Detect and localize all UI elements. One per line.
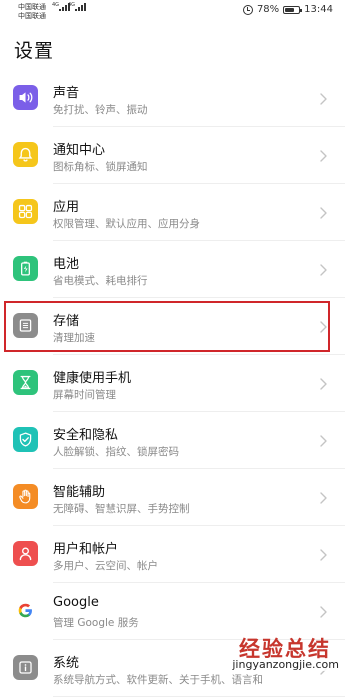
setting-title: 应用 <box>53 200 80 215</box>
setting-subtitle: 免打扰、铃声、振动 <box>53 104 148 116</box>
setting-subtitle: 人脸解锁、指纹、锁屏密码 <box>53 446 179 458</box>
chevron-right-icon <box>320 150 327 162</box>
battery-percent: 78% <box>256 4 280 15</box>
hourglass-icon <box>13 370 38 395</box>
setting-item-user[interactable]: 用户和帐户多用户、云空间、帐户 <box>0 526 345 583</box>
setting-subtitle: 屏幕时间管理 <box>53 389 116 401</box>
google-icon <box>13 598 38 623</box>
battery-icon <box>13 256 38 281</box>
chevron-right-icon <box>320 264 327 276</box>
setting-item-hourglass[interactable]: 健康使用手机 屏幕时间管理 <box>0 355 345 412</box>
system-info-icon <box>13 655 38 680</box>
signal-strength-2-icon <box>75 3 86 11</box>
watermark: 经验总结 jingyanzongjie.com <box>219 633 339 671</box>
setting-subtitle: 管理 Google 服务 <box>53 617 139 629</box>
setting-title: 声音 <box>53 86 80 101</box>
setting-item-shield-check[interactable]: 安全和隐私人脸解锁、指纹、锁屏密码 <box>0 412 345 469</box>
setting-title: 安全和隐私 <box>53 428 119 443</box>
setting-subtitle: 无障碍、智慧识屏、手势控制 <box>53 503 190 515</box>
setting-item-google[interactable]: Google 管理 Google 服务 <box>0 583 345 640</box>
status-right: 78% 13:44 <box>242 4 333 15</box>
carrier-2-label: 中国联通 <box>18 12 46 20</box>
setting-item-bell[interactable]: 通知中心图标角标、锁屏通知 <box>0 127 345 184</box>
chevron-right-icon <box>320 549 327 561</box>
status-bar: 中国联通 4G 中国联通 4G 78% 13:44 <box>0 0 345 24</box>
setting-item-apps-grid[interactable]: 应用权限管理、默认应用、应用分身 <box>0 184 345 241</box>
hand-icon <box>13 484 38 509</box>
clock: 13:44 <box>304 4 333 15</box>
setting-subtitle: 权限管理、默认应用、应用分身 <box>53 218 200 230</box>
setting-subtitle: 系统导航方式、软件更新、关于手机、语言和 <box>53 674 263 686</box>
user-icon <box>13 541 38 566</box>
carrier-1-network: 4G <box>52 2 60 8</box>
chevron-right-icon <box>320 378 327 390</box>
alarm-clock-icon <box>242 4 253 15</box>
chevron-right-icon <box>320 435 327 447</box>
setting-title: 健康使用手机 <box>53 371 132 386</box>
page-title: 设置 <box>14 40 55 62</box>
setting-subtitle: 多用户、云空间、帐户 <box>53 560 158 572</box>
setting-title: 电池 <box>53 257 80 272</box>
speaker-icon <box>13 85 38 110</box>
battery-status-icon <box>283 5 303 14</box>
setting-title: 通知中心 <box>53 143 106 158</box>
chevron-right-icon <box>320 93 327 105</box>
setting-title: 智能辅助 <box>53 485 106 500</box>
settings-list: 声音免打扰、铃声、振动 通知中心图标角标、锁屏通知 应用权限管理、默认应用、应用分身… <box>0 70 345 697</box>
setting-title: Google <box>53 595 99 610</box>
setting-title: 用户和帐户 <box>53 542 119 557</box>
setting-item-battery[interactable]: 电池省电模式、耗电排行 <box>0 241 345 298</box>
carrier-2-network: 4G <box>68 2 76 8</box>
setting-title: 系统 <box>53 656 80 671</box>
chevron-right-icon <box>320 606 327 618</box>
carrier-1-label: 中国联通 <box>18 3 46 11</box>
bell-icon <box>13 142 38 167</box>
setting-subtitle: 图标角标、锁屏通知 <box>53 161 148 173</box>
chevron-right-icon <box>320 207 327 219</box>
apps-grid-icon <box>13 199 38 224</box>
watermark-url: jingyanzongjie.com <box>232 658 339 671</box>
chevron-right-icon <box>320 492 327 504</box>
highlight-box <box>4 301 330 352</box>
setting-subtitle: 省电模式、耗电排行 <box>53 275 148 287</box>
shield-check-icon <box>13 427 38 452</box>
setting-item-speaker[interactable]: 声音免打扰、铃声、振动 <box>0 70 345 127</box>
setting-item-hand[interactable]: 智能辅助无障碍、智慧识屏、手势控制 <box>0 469 345 526</box>
